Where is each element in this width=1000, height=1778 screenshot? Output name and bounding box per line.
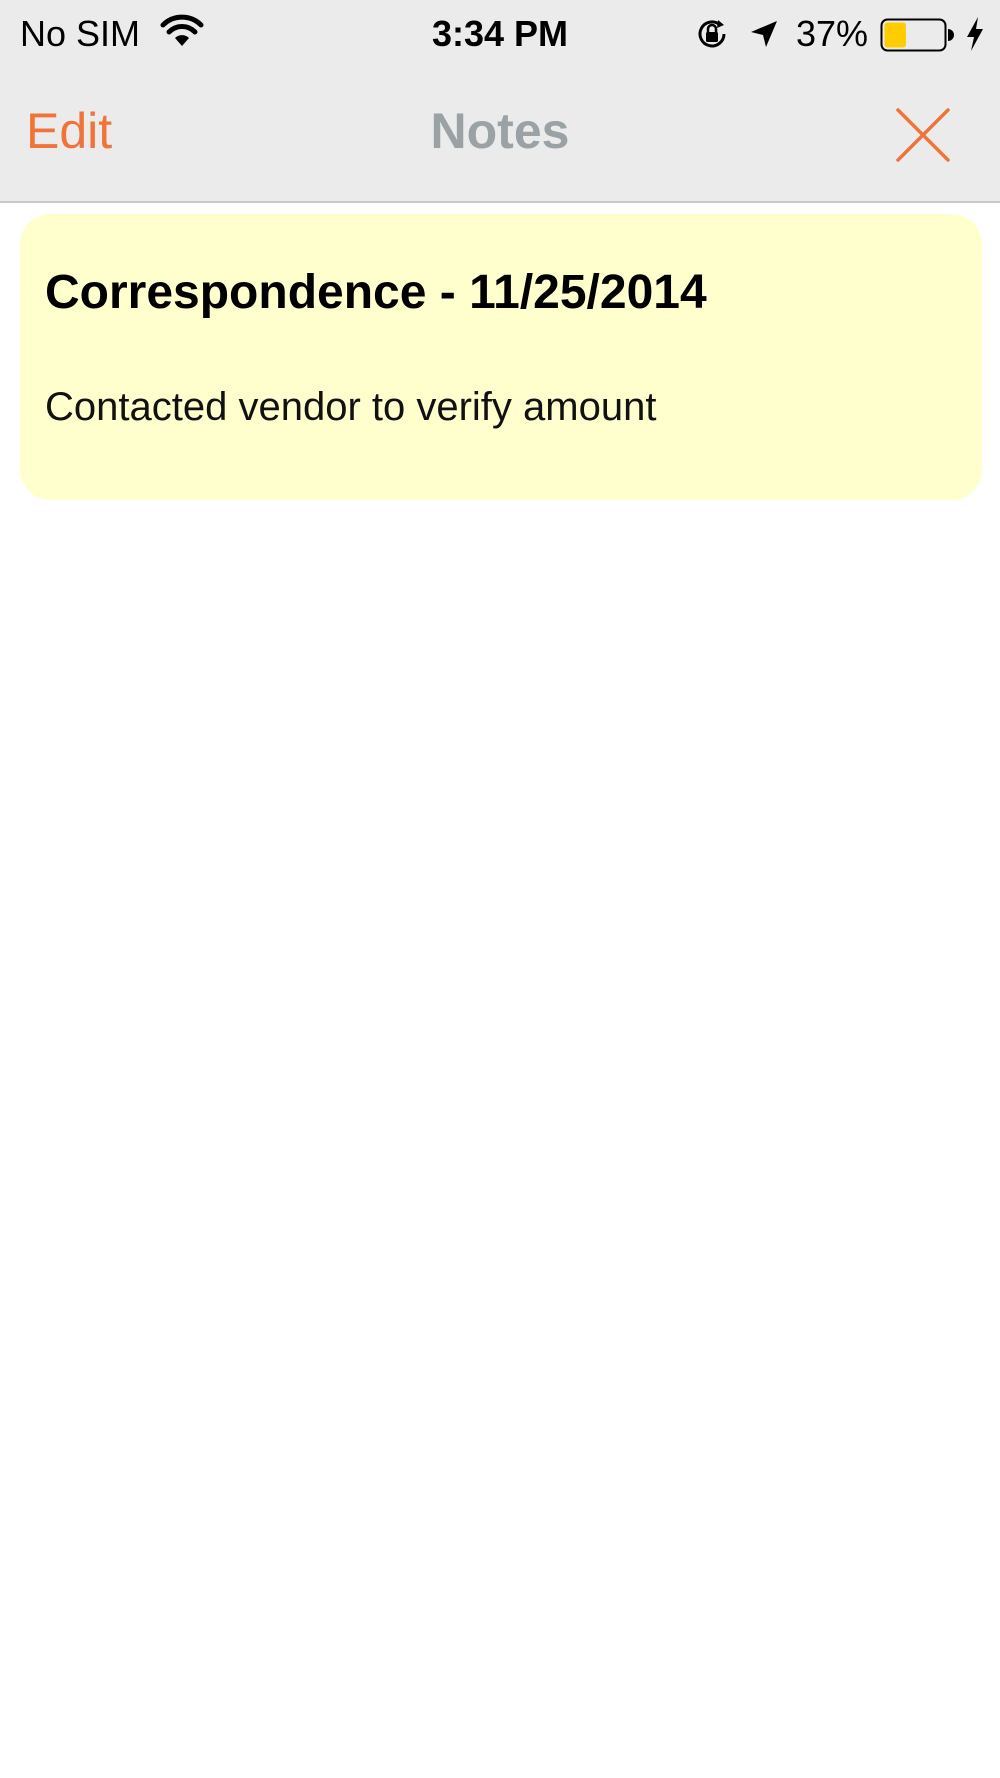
note-title: Correspondence - 11/25/2014 — [45, 266, 707, 319]
close-button[interactable] — [880, 92, 966, 178]
location-icon — [751, 21, 777, 47]
battery-percent: 37% — [796, 13, 869, 54]
notes-screen: No SIM 3:34 PM 37% Edit Notes Correspond… — [0, 0, 1000, 1778]
nav-bar: Edit Notes — [0, 70, 1000, 201]
header: No SIM 3:34 PM 37% Edit Notes — [0, 0, 1000, 203]
charging-icon — [967, 17, 983, 51]
status-bar: No SIM 3:34 PM 37% — [0, 0, 1000, 70]
battery-icon — [880, 18, 954, 52]
note-card[interactable]: Correspondence - 11/25/2014 Contacted ve… — [20, 214, 982, 500]
close-icon — [896, 108, 950, 162]
note-body: Contacted vendor to verify amount — [45, 385, 657, 429]
page-title: Notes — [430, 103, 570, 159]
orientation-lock-icon — [698, 20, 726, 48]
